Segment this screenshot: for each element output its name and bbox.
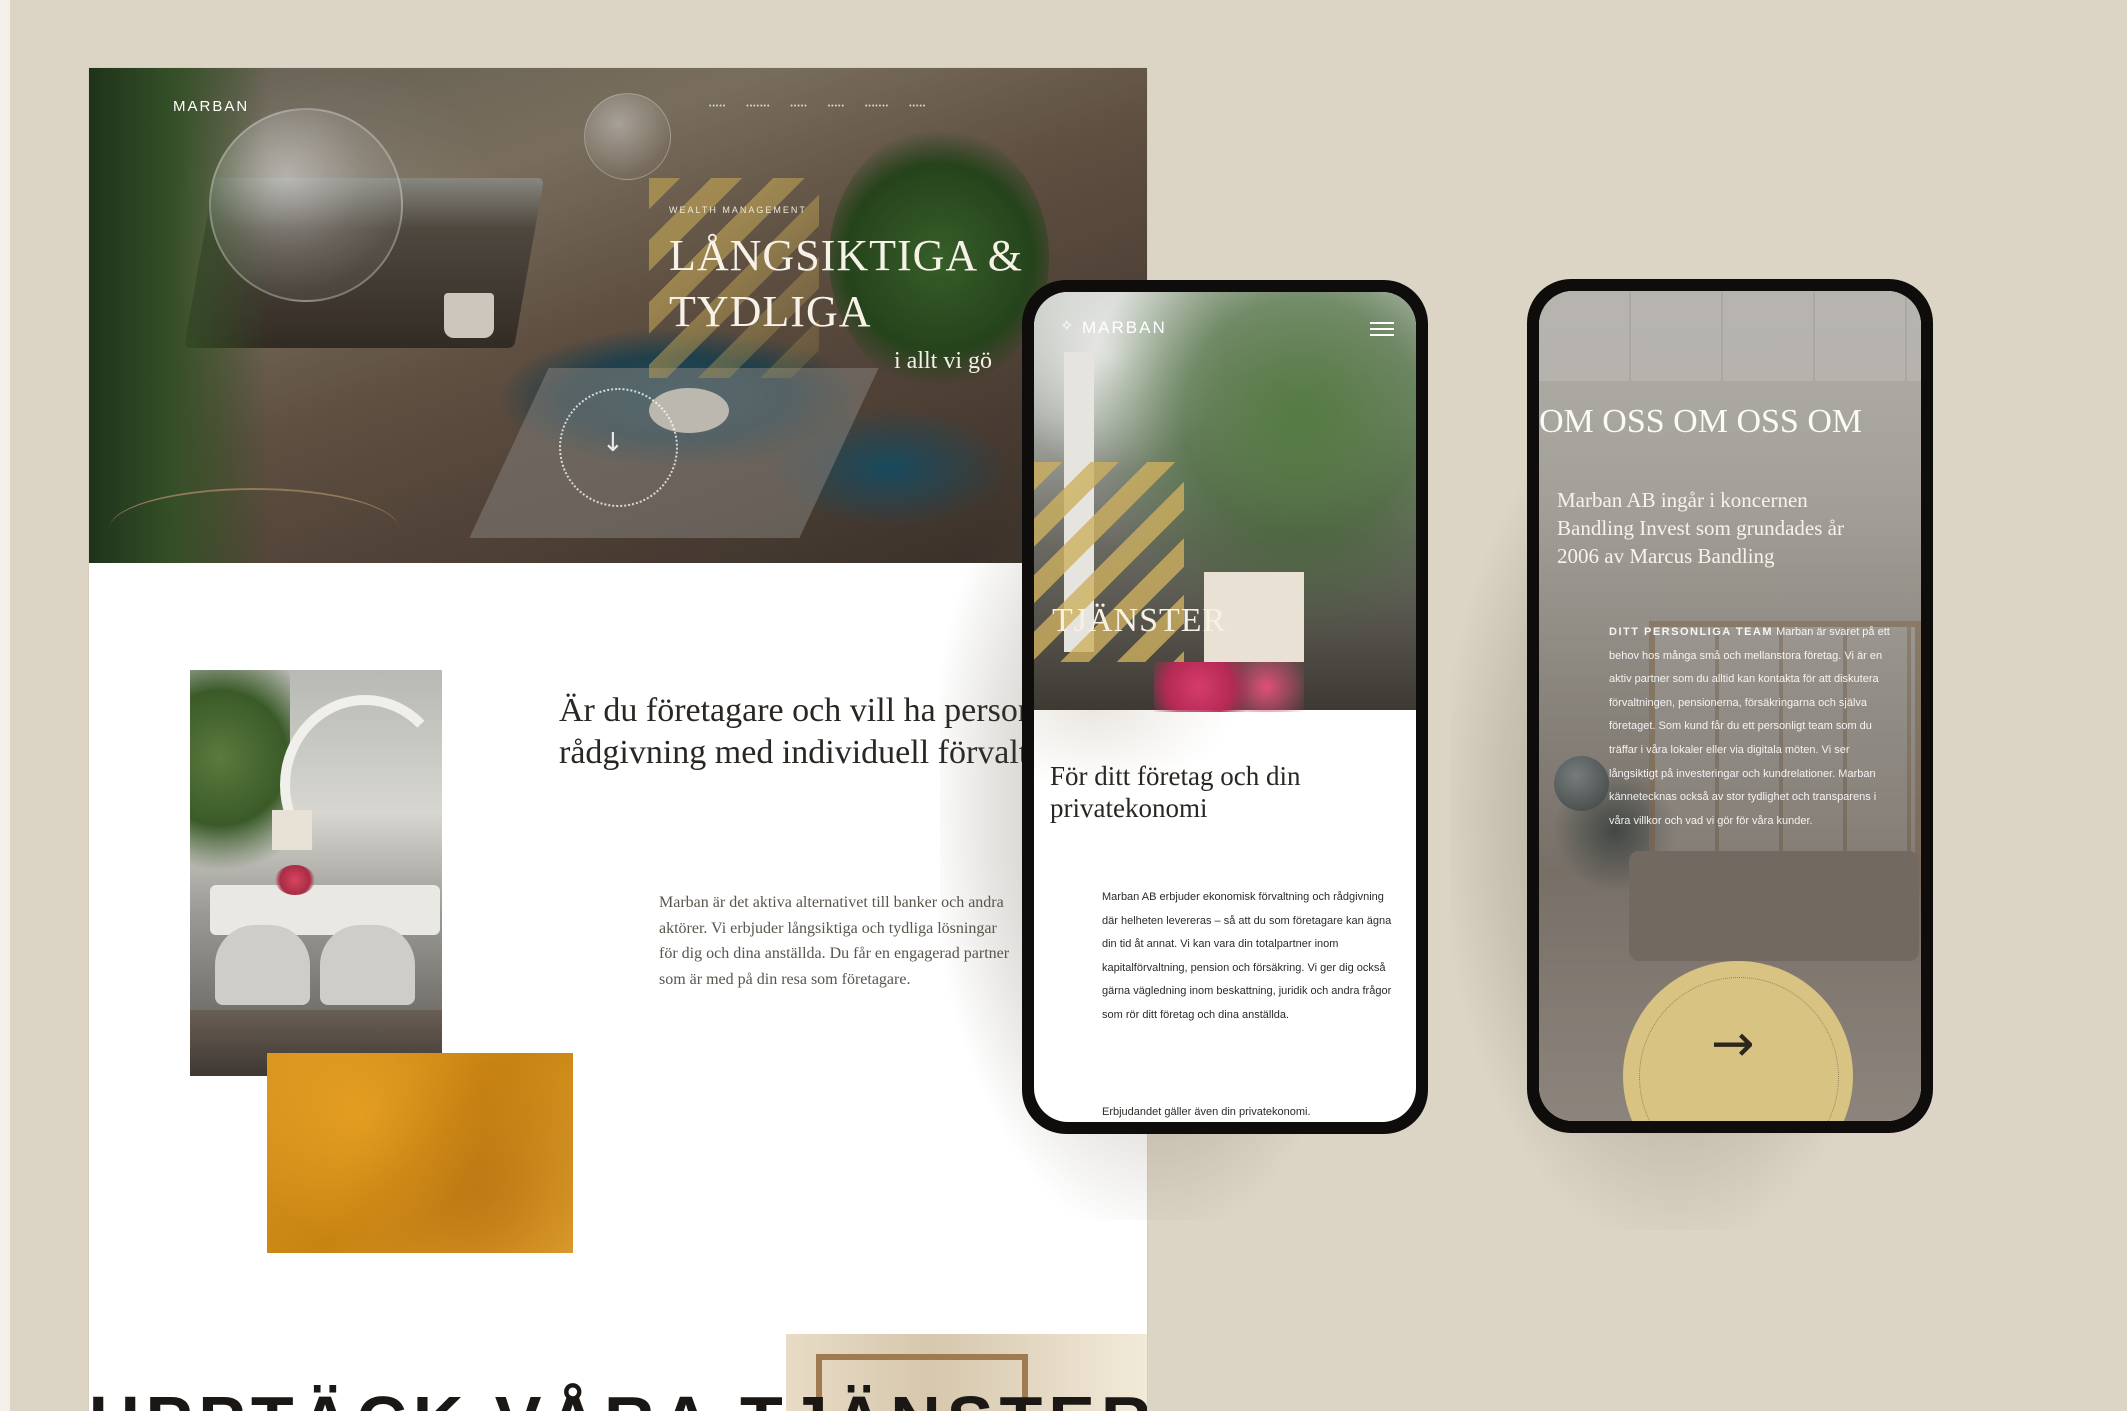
arrow-right-icon[interactable]: → (1711, 1014, 1755, 1074)
phone1-hero (1034, 292, 1416, 712)
desktop-nav: ••••• ••••••• ••••• ••••• ••••••• ••••• (709, 103, 926, 110)
phone-mockup-about: OM OSS OM OSS OM Marban AB ingår i konce… (1527, 279, 1933, 1133)
hero-eyebrow: WEALTH MANAGEMENT (669, 205, 807, 215)
phone2-marquee-title: OM OSS OM OSS OM (1539, 403, 1863, 440)
nav-item[interactable]: ••••• (790, 103, 807, 110)
phone-mockup-services: ✧ MARBAN TJÄNSTER För ditt företag och d… (1022, 280, 1428, 1134)
phone1-logo[interactable]: MARBAN (1082, 318, 1167, 338)
left-edge-strip (0, 0, 10, 1411)
phone1-heading: För ditt företag och din privatekonomi (1050, 761, 1301, 823)
phone1-body: Marban AB erbjuder ekonomisk förvaltning… (1102, 891, 1392, 1021)
hero-subtitle: i allt vi gö (894, 348, 992, 374)
nav-item[interactable]: ••••• (828, 103, 845, 110)
about-photo-plant (190, 670, 290, 890)
arrow-down-icon[interactable]: ↓ (602, 428, 624, 458)
nav-item[interactable]: ••••••• (865, 103, 889, 110)
about-photo-flowers (275, 865, 315, 895)
about-photo-chair (320, 925, 415, 1005)
gold-texture-block (267, 1053, 573, 1253)
phone2-team-text: DITT PERSONLIGA TEAM Marban är svaret på… (1609, 621, 1899, 833)
phone2-intro: Marban AB ingår i koncernen Bandling Inv… (1557, 488, 1844, 568)
nav-item[interactable]: ••••••• (746, 103, 770, 110)
team-description: Marban är svaret på ett behov hos många … (1609, 626, 1890, 827)
about-photo (190, 670, 442, 1076)
about-photo-lamp (272, 810, 312, 850)
phone1-hero-flowers (1154, 662, 1304, 712)
nav-item[interactable]: ••••• (709, 103, 726, 110)
phone1-body-continued: Erbjudandet gäller även din privatekonom… (1102, 1106, 1311, 1118)
hamburger-menu-icon[interactable] (1370, 322, 1394, 340)
logo-mark-icon: ✧ (1060, 316, 1074, 335)
phone-screen: OM OSS OM OSS OM Marban AB ingår i konce… (1539, 291, 1921, 1121)
about-photo-chair (215, 925, 310, 1005)
nav-item[interactable]: ••••• (909, 103, 926, 110)
bottom-heading: UPPTÄCK VÅRA TJÄNSTER (89, 1386, 1147, 1411)
hero-title-line-1: LÅNGSIKTIGA & (669, 231, 1023, 280)
desktop-logo[interactable]: MARBAN (173, 98, 249, 115)
phone1-hero-title: TJÄNSTER (1052, 602, 1227, 639)
team-label: DITT PERSONLIGA TEAM (1609, 626, 1774, 638)
phone-screen: ✧ MARBAN TJÄNSTER För ditt företag och d… (1034, 292, 1416, 1122)
